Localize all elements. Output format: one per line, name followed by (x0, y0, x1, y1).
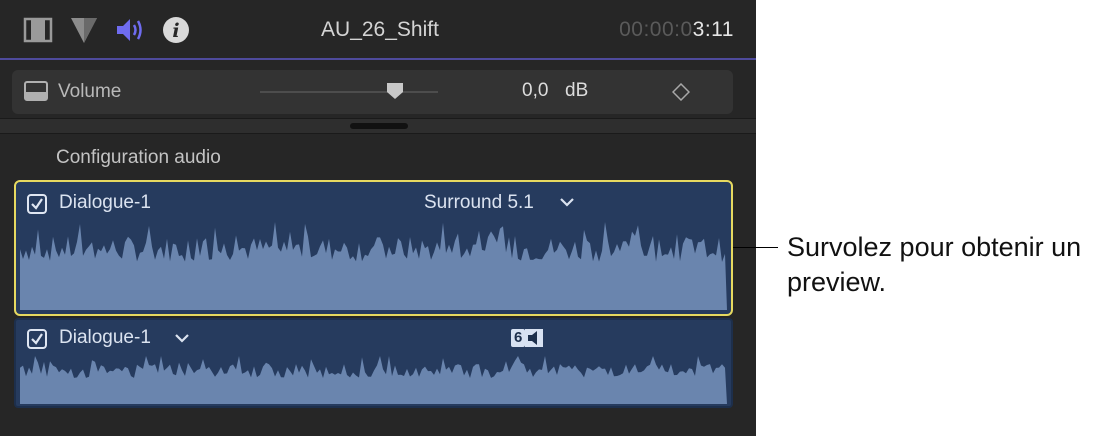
audio-inspector-panel: i AU_26_Shift 00:00:03:11 Volume 0,0 dB … (0, 0, 756, 436)
track-enable-checkbox[interactable] (27, 194, 47, 214)
volume-slider-track[interactable] (260, 91, 438, 93)
channel-count-badge: 6 (511, 329, 544, 347)
volume-slider-thumb[interactable] (386, 82, 404, 100)
waveform-channel (20, 356, 727, 404)
audio-inspector-icon[interactable] (114, 14, 146, 46)
track-name: Dialogue-1 (59, 327, 151, 348)
section-title: Configuration audio (56, 147, 221, 168)
divider-handle[interactable] (350, 123, 408, 129)
volume-row: Volume 0,0 dB (12, 70, 733, 114)
channel-config-label[interactable]: Surround 5.1 (424, 192, 534, 214)
timecode-dim: 00:00:0 (619, 18, 693, 41)
volume-unit: dB (565, 80, 589, 101)
callout-line (733, 247, 778, 248)
volume-value[interactable]: 0,0 (522, 80, 548, 102)
volume-label: Volume (58, 81, 122, 102)
audio-component-channel[interactable]: Dialogue-1 6 (14, 318, 733, 408)
chevron-down-icon[interactable] (559, 195, 575, 213)
volume-section-icon[interactable] (24, 81, 48, 101)
svg-text:i: i (172, 20, 179, 42)
track-name: Dialogue-1 (59, 192, 151, 213)
track-enable-checkbox[interactable] (27, 329, 47, 349)
waveform-surround (20, 222, 727, 310)
pane-divider[interactable] (0, 118, 756, 134)
chevron-down-icon[interactable] (174, 331, 190, 349)
color-inspector-icon[interactable] (68, 14, 100, 46)
clip-name: AU_26_Shift (321, 18, 439, 41)
audio-component-surround[interactable]: Dialogue-1 Surround 5.1 (14, 180, 733, 316)
clip-timecode: 00:00:03:11 (619, 18, 734, 42)
timecode-bright: 3:11 (692, 18, 734, 41)
callout-text: Survolez pour obtenir un preview. (787, 232, 1082, 297)
inspector-header: i AU_26_Shift 00:00:03:11 (0, 0, 756, 60)
add-keyframe-icon[interactable] (671, 82, 691, 102)
speaker-icon (525, 329, 544, 347)
info-inspector-icon[interactable]: i (160, 14, 192, 46)
video-inspector-icon[interactable] (22, 14, 54, 46)
channel-count: 6 (511, 329, 526, 347)
